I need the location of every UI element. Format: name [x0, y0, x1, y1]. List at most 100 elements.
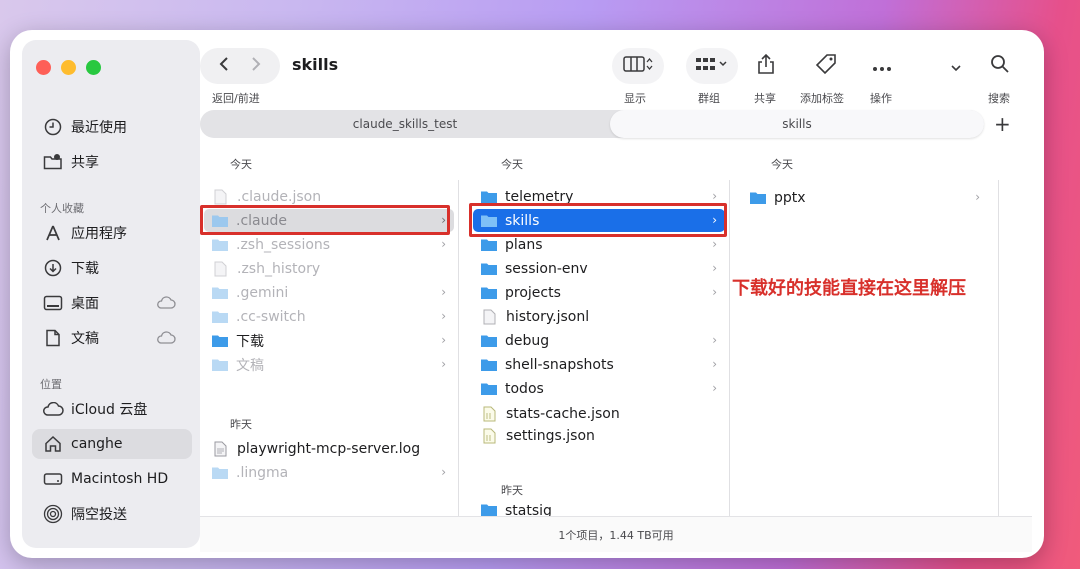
list-item[interactable]: todos › [473, 377, 725, 400]
list-item[interactable]: 文稿 › [204, 353, 454, 376]
column1-header-today: 今天 [230, 158, 252, 171]
search-icon [990, 54, 1010, 78]
folder-icon [212, 238, 228, 251]
item-label: session-env [505, 260, 588, 277]
item-label: settings.json [506, 427, 595, 444]
drive-icon [42, 468, 64, 490]
folder-icon [212, 358, 228, 371]
item-label: projects [505, 284, 561, 301]
folder-icon [481, 238, 497, 251]
sidebar-item-airdrop[interactable]: 隔空投送 [32, 499, 192, 529]
sidebar-item-label: Macintosh HD [71, 471, 169, 487]
list-item[interactable]: pptx › [742, 186, 988, 209]
download-icon [42, 257, 64, 279]
list-item[interactable]: projects › [473, 281, 725, 304]
tab-claude-skills-test[interactable]: claude_skills_test [200, 110, 610, 138]
list-item[interactable]: 下载 › [204, 329, 454, 352]
list-item[interactable]: stats-cache.json [473, 402, 725, 425]
column-divider[interactable] [998, 180, 999, 516]
view-label: 显示 [624, 92, 646, 105]
column1-header-yesterday: 昨天 [230, 418, 252, 431]
status-text: 1个项目，1.44 TB可用 [558, 528, 674, 542]
locations-header: 位置 [40, 378, 62, 391]
column2-header-yesterday: 昨天 [501, 484, 523, 497]
sidebar-item-downloads[interactable]: 下载 [32, 253, 192, 283]
list-item[interactable]: .zsh_sessions › [204, 233, 454, 256]
json-file-icon [483, 406, 496, 422]
list-item[interactable]: playwright-mcp-server.log [204, 437, 454, 460]
sidebar-item-desktop[interactable]: 桌面 [32, 288, 192, 318]
sidebar-item-recents[interactable]: 最近使用 [32, 112, 192, 142]
tab-label: skills [782, 117, 812, 131]
list-item[interactable]: session-env › [473, 257, 725, 280]
column-divider[interactable] [458, 180, 459, 516]
highlight-box-skills [469, 203, 727, 237]
item-label: stats-cache.json [506, 405, 620, 422]
list-item[interactable]: statsig [473, 503, 725, 517]
item-label: history.jsonl [506, 308, 590, 325]
window-title: skills [292, 55, 339, 74]
search-button[interactable] [980, 48, 1020, 84]
list-item[interactable]: history.jsonl [473, 305, 725, 328]
chevron-right-icon: › [712, 285, 717, 299]
column2-header-today: 今天 [501, 158, 523, 171]
document-icon [42, 327, 64, 349]
action-button[interactable] [862, 48, 902, 84]
chevron-right-icon: › [712, 237, 717, 251]
sidebar-item-shared[interactable]: 共享 [32, 147, 192, 177]
share-button[interactable] [746, 48, 786, 84]
list-item[interactable]: .gemini › [204, 281, 454, 304]
sidebar-item-applications[interactable]: 应用程序 [32, 218, 192, 248]
list-item[interactable]: .zsh_history [204, 257, 454, 280]
list-item[interactable]: shell-snapshots › [473, 353, 725, 376]
tab-bar: claude_skills_test skills [200, 110, 984, 138]
zoom-button[interactable] [86, 60, 101, 75]
column3-header-today: 今天 [771, 158, 793, 171]
minimize-button[interactable] [61, 60, 76, 75]
back-forward-label: 返回/前进 [212, 92, 260, 105]
list-item[interactable]: .lingma › [204, 461, 454, 484]
new-tab-button[interactable]: + [994, 112, 1011, 136]
folder-icon [481, 190, 497, 203]
chevron-right-icon: › [441, 285, 446, 299]
airdrop-icon [42, 503, 64, 525]
file-icon [214, 189, 227, 205]
sidebar-item-documents[interactable]: 文稿 [32, 323, 192, 353]
sidebar-item-home[interactable]: canghe [32, 429, 192, 459]
applications-icon [42, 222, 64, 244]
list-item[interactable]: settings.json [473, 424, 725, 447]
column-divider[interactable] [729, 180, 730, 516]
icloud-icon [156, 296, 176, 313]
list-item[interactable]: debug › [473, 329, 725, 352]
back-icon[interactable] [219, 56, 229, 76]
list-item[interactable]: .cc-switch › [204, 305, 454, 328]
icloud-icon [156, 331, 176, 348]
sidebar-item-macintosh-hd[interactable]: Macintosh HD [32, 464, 192, 494]
chevron-right-icon: › [975, 190, 980, 204]
item-label: debug [505, 332, 550, 349]
group-button[interactable] [686, 48, 738, 84]
add-tag-label: 添加标签 [800, 92, 844, 105]
item-label: statsig [505, 503, 552, 517]
item-label: plans [505, 236, 543, 253]
view-button[interactable] [612, 48, 664, 84]
add-tag-button[interactable] [806, 48, 846, 84]
sidebar-item-icloud[interactable]: iCloud 云盘 [32, 394, 192, 424]
tab-skills[interactable]: skills [610, 110, 984, 138]
group-label: 群组 [698, 92, 720, 105]
item-label: .gemini [236, 284, 289, 301]
ellipsis-icon [872, 57, 892, 76]
share-label: 共享 [754, 92, 776, 105]
forward-icon[interactable] [251, 56, 261, 76]
sidebar-item-label: 下载 [71, 261, 99, 277]
sidebar-item-label: 隔空投送 [71, 507, 127, 523]
folder-icon [212, 310, 228, 323]
folder-icon [212, 466, 228, 479]
item-label: 下载 [236, 333, 264, 350]
annotation-text: 下载好的技能直接在这里解压 [732, 278, 966, 299]
group-icon [695, 56, 729, 76]
more-button[interactable] [936, 48, 976, 84]
item-label: .zsh_sessions [236, 236, 331, 253]
sidebar-item-label: 桌面 [71, 296, 99, 312]
close-button[interactable] [36, 60, 51, 75]
